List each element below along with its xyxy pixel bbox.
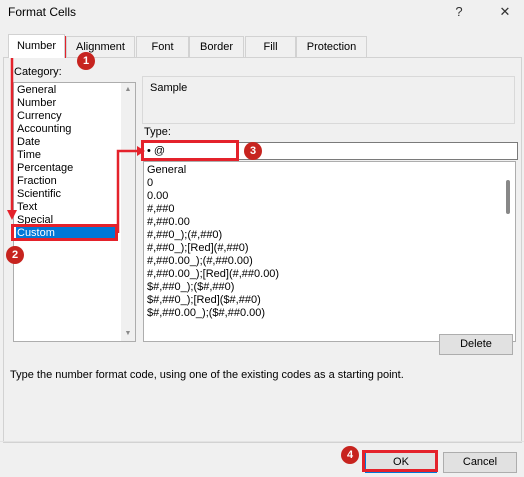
scroll-up-arrow-icon[interactable]: ▲ bbox=[121, 83, 135, 97]
footer-separator bbox=[0, 441, 524, 442]
format-item[interactable]: 0.00 bbox=[146, 190, 168, 203]
tab-alignment[interactable]: Alignment bbox=[66, 36, 135, 57]
sample-group bbox=[142, 76, 515, 124]
title-bar: Format Cells ? ✕ bbox=[0, 0, 524, 24]
format-scrollbar[interactable] bbox=[501, 162, 515, 341]
category-item-percentage[interactable]: Percentage bbox=[16, 162, 73, 175]
scroll-down-arrow-icon[interactable]: ▼ bbox=[121, 327, 135, 341]
format-item[interactable]: 0 bbox=[146, 177, 153, 190]
format-item[interactable]: #,##0 bbox=[146, 203, 175, 216]
help-button[interactable]: ? bbox=[448, 2, 470, 22]
highlight-type-input bbox=[141, 140, 239, 161]
format-item[interactable]: General bbox=[146, 164, 186, 177]
format-item[interactable]: #,##0.00_);[Red](#,##0.00) bbox=[146, 268, 279, 281]
close-button[interactable]: ✕ bbox=[494, 2, 516, 22]
step-badge-4: 4 bbox=[341, 446, 359, 464]
step-badge-3: 3 bbox=[244, 142, 262, 160]
tab-fill[interactable]: Fill bbox=[245, 36, 296, 57]
category-item-date[interactable]: Date bbox=[16, 136, 40, 149]
category-item-currency[interactable]: Currency bbox=[16, 110, 62, 123]
format-item[interactable]: $#,##0.00_);($#,##0.00) bbox=[146, 307, 265, 320]
format-item[interactable]: $#,##0_);($#,##0) bbox=[146, 281, 234, 294]
tab-protection[interactable]: Protection bbox=[296, 36, 367, 57]
cancel-button[interactable]: Cancel bbox=[443, 452, 517, 473]
category-item-time[interactable]: Time bbox=[16, 149, 41, 162]
format-item[interactable]: #,##0.00 bbox=[146, 216, 190, 229]
tab-border[interactable]: Border bbox=[189, 36, 244, 57]
arrow-down-icon bbox=[7, 52, 17, 220]
format-item[interactable]: #,##0_);(#,##0) bbox=[146, 229, 222, 242]
format-item[interactable]: #,##0_);[Red](#,##0) bbox=[146, 242, 249, 255]
tab-font[interactable]: Font bbox=[136, 36, 189, 57]
category-label: Category: bbox=[14, 66, 62, 78]
type-format-listbox[interactable]: General 0 0.00 #,##0 #,##0.00 #,##0_);(#… bbox=[143, 161, 516, 342]
arrow-right-icon bbox=[116, 146, 145, 233]
tab-number[interactable]: Number bbox=[8, 34, 65, 58]
category-item-general[interactable]: General bbox=[16, 84, 56, 97]
sample-label: Sample bbox=[150, 82, 188, 94]
highlight-custom-item bbox=[11, 224, 118, 241]
format-item[interactable]: #,##0.00_);(#,##0.00) bbox=[146, 255, 253, 268]
category-item-text[interactable]: Text bbox=[16, 201, 37, 214]
category-item-number[interactable]: Number bbox=[16, 97, 56, 110]
category-item-accounting[interactable]: Accounting bbox=[16, 123, 71, 136]
category-item-fraction[interactable]: Fraction bbox=[16, 175, 57, 188]
step-badge-2: 2 bbox=[6, 246, 24, 264]
format-item[interactable]: $#,##0_);[Red]($#,##0) bbox=[146, 294, 261, 307]
dialog-title: Format Cells bbox=[8, 5, 77, 19]
type-label: Type: bbox=[144, 126, 171, 138]
category-item-scientific[interactable]: Scientific bbox=[16, 188, 61, 201]
description-text: Type the number format code, using one o… bbox=[10, 369, 404, 381]
highlight-ok-button bbox=[362, 450, 438, 472]
delete-button[interactable]: Delete bbox=[439, 334, 513, 355]
format-cells-dialog: Format Cells ? ✕ Number Alignment Font B… bbox=[0, 0, 524, 477]
scroll-thumb[interactable] bbox=[506, 180, 510, 214]
step-badge-1: 1 bbox=[77, 52, 95, 70]
